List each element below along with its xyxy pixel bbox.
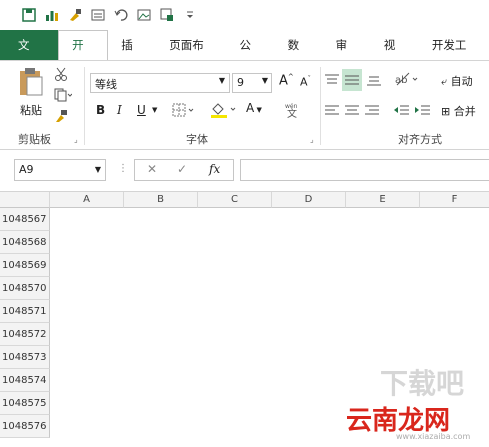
- select-all-corner[interactable]: [0, 192, 50, 208]
- chevron-down-icon[interactable]: ▼: [152, 106, 157, 114]
- tab-file[interactable]: 文件: [0, 30, 59, 82]
- grow-font-glyph: A: [279, 73, 288, 89]
- shrink-font-button[interactable]: Aˇ: [300, 75, 311, 89]
- font-name-select[interactable]: 等线 ▼: [90, 73, 230, 93]
- chart-icon[interactable]: [45, 8, 59, 22]
- clipboard-group-label: 剪贴板: [18, 133, 51, 146]
- align-bottom-icon[interactable]: [366, 73, 382, 90]
- grow-font-button[interactable]: A^: [279, 73, 294, 88]
- confirm-button[interactable]: ✓: [177, 162, 187, 176]
- bold-button[interactable]: B: [96, 103, 105, 117]
- tab-data[interactable]: 数据: [275, 30, 323, 82]
- fill-color-icon[interactable]: [210, 101, 238, 122]
- border-icon[interactable]: [172, 103, 196, 120]
- column-header[interactable]: F: [420, 192, 489, 208]
- screenshot-icon[interactable]: [160, 8, 174, 22]
- formula-input[interactable]: [240, 159, 489, 181]
- row-header[interactable]: 1048567: [0, 208, 50, 231]
- wrap-text-icon: ⤶: [441, 75, 448, 88]
- font-size-value: 9: [237, 76, 244, 89]
- tab-review[interactable]: 审阅: [323, 30, 371, 82]
- svg-text:文: 文: [287, 107, 297, 119]
- column-header[interactable]: D: [272, 192, 346, 208]
- chevron-down-icon: ▼: [94, 165, 101, 174]
- save-icon[interactable]: [22, 8, 36, 22]
- align-center-icon[interactable]: [344, 103, 360, 120]
- align-right-icon[interactable]: [364, 103, 380, 120]
- print-preview-icon[interactable]: [91, 8, 105, 22]
- row-header[interactable]: 1048576: [0, 415, 50, 438]
- row-header[interactable]: 1048571: [0, 300, 50, 323]
- align-top-icon[interactable]: [324, 73, 340, 90]
- watermark-top-text: 下载吧: [380, 367, 465, 400]
- watermark-url-text: www.xiazaiba.com: [396, 432, 471, 441]
- decrease-indent-icon[interactable]: [392, 103, 410, 120]
- tab-developer[interactable]: 开发工具: [419, 30, 489, 82]
- phonetic-icon[interactable]: wén 文: [283, 101, 305, 122]
- align-left-icon[interactable]: [324, 103, 340, 120]
- font-name-value: 等线: [95, 78, 117, 91]
- paste-button[interactable]: 粘贴: [14, 67, 50, 117]
- row-header[interactable]: 1048570: [0, 277, 50, 300]
- tab-view[interactable]: 视图: [371, 30, 419, 82]
- name-box-value: A9: [19, 163, 34, 176]
- undo-icon[interactable]: [114, 8, 128, 22]
- row-header[interactable]: 1048574: [0, 369, 50, 392]
- column-header[interactable]: B: [124, 192, 198, 208]
- ribbon-home: 粘贴 剪贴板 ⌟ 等线 ▼ 9 ▼ A^ Aˇ B I U ▼ A ▼ wén 文…: [0, 60, 489, 150]
- increase-indent-icon[interactable]: [413, 103, 431, 120]
- watermark: 下载吧 云南龙网 www.xiazaiba.com: [336, 362, 489, 447]
- row-header[interactable]: 1048568: [0, 231, 50, 254]
- formula-bar-grip-icon: ⋮: [118, 163, 128, 174]
- row-header[interactable]: 1048575: [0, 392, 50, 415]
- orientation-icon[interactable]: ab: [394, 71, 420, 90]
- wrap-text-button[interactable]: ⤶ 自动: [441, 73, 473, 89]
- font-color-glyph: A: [246, 101, 255, 115]
- format-painter-icon[interactable]: [68, 8, 82, 22]
- ribbon-tabs: 文件 开始 插入 页面布局 公式 数据 审阅 视图 开发工具: [0, 30, 489, 82]
- insert-function-button[interactable]: fx: [209, 162, 220, 176]
- shrink-font-glyph: A: [300, 75, 308, 89]
- row-header[interactable]: 1048572: [0, 323, 50, 346]
- name-box[interactable]: A9 ▼: [14, 159, 106, 181]
- column-header[interactable]: C: [198, 192, 272, 208]
- underline-glyph: U: [137, 103, 146, 117]
- tab-home[interactable]: 开始: [58, 30, 109, 80]
- merge-center-button[interactable]: ⊞ 合并: [441, 103, 476, 119]
- tab-page-layout[interactable]: 页面布局: [156, 30, 226, 82]
- copy-icon[interactable]: [54, 88, 73, 105]
- wrap-text-label: 自动: [450, 75, 473, 88]
- column-header[interactable]: E: [346, 192, 420, 208]
- chevron-down-icon: ▼: [218, 76, 225, 85]
- image-icon[interactable]: [137, 8, 151, 22]
- row-header[interactable]: 1048573: [0, 346, 50, 369]
- alignment-group-label: 对齐方式: [398, 133, 442, 146]
- cancel-button[interactable]: ✕: [147, 162, 157, 176]
- italic-button[interactable]: I: [117, 103, 122, 117]
- tab-formulas[interactable]: 公式: [226, 30, 274, 82]
- clipboard-icon: [18, 67, 44, 100]
- column-header[interactable]: A: [50, 192, 124, 208]
- chevron-down-icon: ▼: [261, 76, 268, 85]
- formula-controls: ✕ ✓ fx: [134, 159, 234, 181]
- merge-icon: ⊞: [441, 105, 451, 118]
- align-middle-icon[interactable]: [342, 69, 362, 91]
- tab-insert[interactable]: 插入: [108, 30, 156, 82]
- format-painter-icon[interactable]: [54, 109, 68, 126]
- row-header[interactable]: 1048569: [0, 254, 50, 277]
- underline-button[interactable]: U: [137, 103, 146, 117]
- font-size-select[interactable]: 9 ▼: [232, 73, 272, 93]
- merge-center-label: 合并: [453, 105, 476, 118]
- cut-icon[interactable]: [54, 67, 68, 84]
- quick-access-toolbar: [0, 0, 489, 30]
- paste-label: 粘贴: [20, 104, 42, 117]
- customize-toolbar-icon[interactable]: [183, 8, 197, 22]
- font-color-button[interactable]: A ▼: [246, 101, 262, 115]
- clipboard-launcher-icon[interactable]: ⌟: [74, 135, 78, 144]
- font-launcher-icon[interactable]: ⌟: [310, 135, 314, 144]
- font-group-label: 字体: [186, 133, 208, 146]
- formula-bar: A9 ▼ ⋮ ✕ ✓ fx: [0, 150, 489, 192]
